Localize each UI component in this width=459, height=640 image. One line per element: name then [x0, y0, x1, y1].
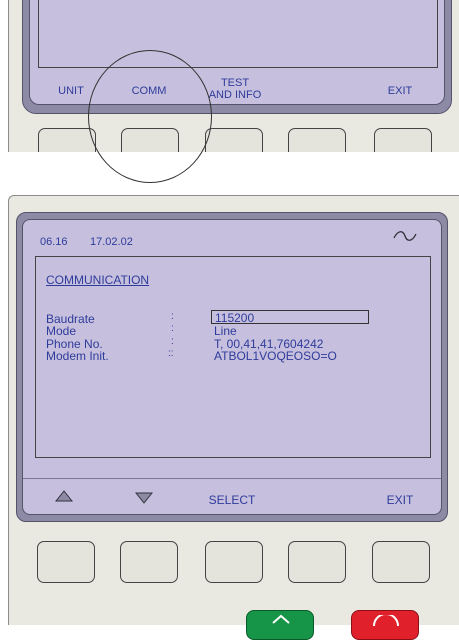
start-icon — [272, 614, 290, 624]
stop-icon — [373, 615, 399, 627]
softkey-divider — [23, 478, 441, 479]
field-separator: : — [171, 323, 174, 334]
triangle-down-icon — [135, 492, 153, 504]
function-button-exit[interactable] — [372, 541, 430, 583]
field-separator: : — [171, 336, 174, 347]
softkey-label-comm: COMM — [131, 85, 167, 97]
softkey-label-test-line1: TEST — [220, 77, 250, 89]
function-button-select[interactable] — [205, 541, 263, 583]
triangle-up-icon — [55, 490, 73, 502]
header-date: 17.02.02 — [90, 236, 133, 248]
start-button[interactable] — [246, 610, 314, 640]
screen-title: COMMUNICATION — [46, 273, 150, 287]
tilde-icon — [393, 231, 417, 241]
softkey-label-exit-top: EXIT — [387, 85, 413, 97]
header-code: 06.16 — [40, 236, 68, 248]
function-button-down[interactable] — [120, 541, 178, 583]
display-window-top — [38, 0, 438, 68]
softkey-label-select: SELECT — [208, 493, 256, 507]
softkey-label-exit: EXIT — [386, 493, 414, 507]
baudrate-field[interactable]: 115200 — [211, 310, 369, 324]
field-separator: :: — [168, 348, 174, 359]
field-value-baudrate: 115200 — [215, 311, 255, 325]
softkey-label-test-line2: AND INFO — [208, 89, 262, 101]
field-value-mode[interactable]: Line — [214, 325, 237, 337]
field-label-mode: Mode — [46, 324, 77, 338]
softkey-label-unit: UNIT — [58, 85, 84, 97]
function-button-4[interactable] — [288, 541, 346, 583]
crop-edge — [0, 152, 459, 172]
field-value-modem-init[interactable]: ATBOL1VOQEOSO=O — [214, 350, 337, 362]
stop-button[interactable] — [351, 610, 419, 640]
function-button-up[interactable] — [37, 541, 95, 583]
field-label-modem-init: Modem Init. — [46, 349, 109, 363]
field-separator: : — [171, 311, 174, 322]
